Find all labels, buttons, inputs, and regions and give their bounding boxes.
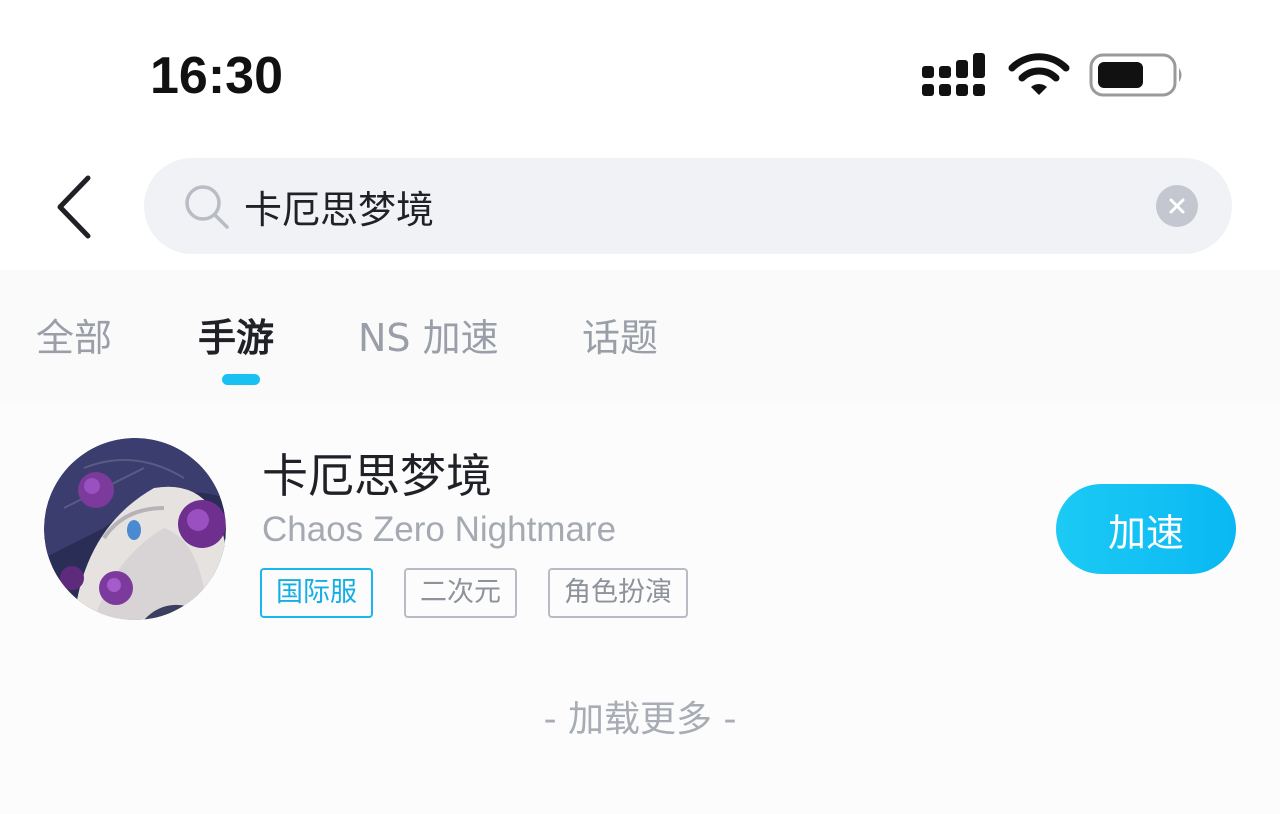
- search-input[interactable]: [244, 174, 1124, 238]
- accelerate-button[interactable]: 加速: [1056, 484, 1236, 574]
- game-icon: [44, 438, 226, 620]
- clear-search-button[interactable]: [1156, 185, 1198, 227]
- back-arrow-icon[interactable]: [52, 172, 100, 242]
- status-time: 16:30: [150, 47, 283, 105]
- tag-international-server: 国际服: [260, 568, 373, 618]
- cellular-signal-icon: [922, 53, 985, 96]
- tab-ns-accelerate[interactable]: NS 加速: [358, 312, 499, 364]
- tag-rpg: 角色扮演: [548, 568, 688, 618]
- tab-mobile-games[interactable]: 手游: [198, 312, 274, 364]
- tab-all[interactable]: 全部: [36, 312, 112, 364]
- tag-anime: 二次元: [404, 568, 517, 618]
- search-bar[interactable]: [144, 158, 1232, 254]
- close-icon: [1169, 198, 1185, 214]
- game-result-item[interactable]: 卡厄思梦境 Chaos Zero Nightmare 国际服 二次元 角色扮演 …: [0, 418, 1280, 648]
- game-title: 卡厄思梦境: [262, 449, 492, 503]
- load-more-link[interactable]: - 加载更多 -: [0, 694, 1280, 746]
- active-tab-indicator: [222, 374, 260, 385]
- category-tabs: 全部 手游 NS 加速 话题: [0, 270, 1280, 404]
- tab-topics[interactable]: 话题: [582, 312, 658, 364]
- wifi-icon: [1008, 53, 1070, 95]
- game-subtitle: Chaos Zero Nightmare: [262, 510, 617, 549]
- battery-icon: [1089, 53, 1182, 97]
- search-icon: [185, 185, 229, 229]
